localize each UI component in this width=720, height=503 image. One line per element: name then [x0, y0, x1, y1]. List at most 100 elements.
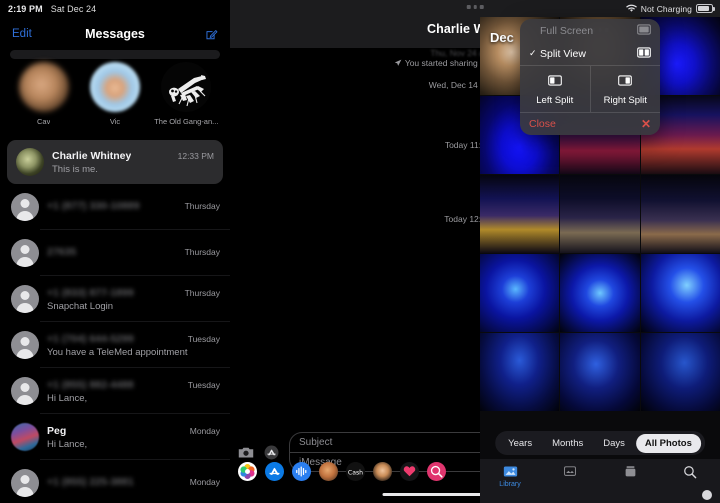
- conversation-name: 27635: [47, 246, 77, 258]
- location-arrow-icon: [394, 59, 402, 66]
- photo-blue-glow-2[interactable]: [560, 254, 640, 332]
- skeleton-avatar: [161, 62, 212, 112]
- conversation-name: +1 (855) 225-3881: [47, 476, 134, 488]
- conversation-name: Peg: [47, 424, 67, 437]
- photos-app-icon[interactable]: [238, 462, 257, 481]
- split-view-icon: [637, 45, 651, 63]
- generic-avatar: [11, 285, 39, 313]
- conversation-row-4[interactable]: +1 (704) 644-5299 Tuesday You have a Tel…: [0, 322, 230, 368]
- menu-label: Right Split: [603, 95, 647, 106]
- for-you-icon: [564, 466, 576, 476]
- generic-avatar: [11, 239, 39, 267]
- menu-item-split-view[interactable]: ✓ Split View: [520, 42, 660, 65]
- full-screen-icon: [637, 22, 651, 40]
- tab-search[interactable]: [665, 465, 715, 482]
- images-search-icon[interactable]: [427, 462, 446, 481]
- tab-library[interactable]: Library: [485, 465, 535, 488]
- status-date: Sat Dec 24: [50, 3, 97, 14]
- library-icon: [503, 466, 517, 477]
- conversation-preview: Hi Lance,: [47, 392, 88, 404]
- conversation-row-7[interactable]: +1 (855) 225-3881 Monday: [0, 460, 230, 503]
- pinned-label: The Old Gang-an...: [154, 117, 219, 126]
- pinned-contact-cav[interactable]: Cav: [11, 62, 77, 126]
- conversation-row-1[interactable]: +1 (877) 330-10889 Thursday: [0, 184, 230, 230]
- photo-blue-dark-3[interactable]: [640, 333, 720, 411]
- generic-avatar: [11, 331, 39, 359]
- pinned-label: Cav: [36, 117, 51, 126]
- photo-dancers-2[interactable]: [640, 175, 720, 253]
- photos-segmented-control: Years Months Days All Photos: [495, 431, 705, 455]
- conversation-time: Thursday: [184, 201, 220, 211]
- tab-label: Library: [499, 481, 521, 488]
- photo-blue-dark-2[interactable]: [560, 333, 640, 411]
- wifi-icon: [625, 4, 637, 12]
- photos-home-indicator[interactable]: [702, 490, 712, 500]
- conversation-time: 12:33 PM: [177, 150, 214, 161]
- status-time: 2:19 PM: [8, 3, 43, 14]
- apple-cash-icon[interactable]: Cash: [346, 462, 365, 481]
- search-input[interactable]: [10, 50, 220, 59]
- checkmark-icon: ✓: [529, 48, 537, 58]
- photo-dancers[interactable]: [560, 175, 640, 253]
- camera-icon[interactable]: [238, 446, 254, 459]
- generic-avatar: [11, 193, 39, 221]
- photos-month-header: Dec: [490, 30, 514, 45]
- segment-years[interactable]: Years: [499, 434, 541, 453]
- segment-days[interactable]: Days: [594, 434, 634, 453]
- avatar: [16, 148, 44, 176]
- conversation-name: +1 (877) 330-10889: [47, 200, 140, 212]
- digital-touch-icon[interactable]: [400, 462, 419, 481]
- segment-all-photos[interactable]: All Photos: [635, 433, 701, 453]
- conversation-row-charlie-whitney[interactable]: Charlie Whitney 12:33 PM This is me.: [7, 140, 223, 184]
- conversation-time: Monday: [189, 425, 220, 436]
- menu-item-left-split[interactable]: Left Split: [520, 66, 590, 112]
- memoji-sticker-icon[interactable]: [319, 462, 338, 481]
- generic-avatar: [11, 469, 39, 497]
- menu-item-close[interactable]: Close ✕: [520, 113, 660, 135]
- memoji-avatar-icon[interactable]: [373, 462, 392, 481]
- conversation-preview: You have a TeleMed appointment: [47, 346, 188, 358]
- app-store-icon[interactable]: [263, 444, 280, 461]
- menu-label: Left Split: [536, 95, 574, 106]
- conversation-preview: Hi Lance,: [47, 438, 88, 450]
- conversation-time: Thursday: [184, 247, 220, 257]
- pinned-contact-old-gang[interactable]: The Old Gang-an...: [153, 62, 219, 126]
- segment-months[interactable]: Months: [543, 434, 592, 453]
- app-store-app-icon[interactable]: [265, 462, 284, 481]
- messages-list-pane: Edit Messages Cav Vic The Old Gang-an...…: [0, 0, 230, 503]
- conversation-preview: This is me.: [52, 163, 98, 175]
- tab-albums[interactable]: [605, 465, 655, 481]
- photos-tab-bar: Library: [480, 459, 720, 503]
- audio-message-icon[interactable]: [292, 462, 311, 481]
- pinned-contact-vic[interactable]: Vic: [82, 62, 148, 126]
- compose-icon[interactable]: [205, 28, 218, 41]
- conversation-row-peg[interactable]: Peg Monday Hi Lance,: [0, 414, 230, 460]
- tab-for-you[interactable]: [545, 465, 595, 481]
- right-split-icon: [618, 73, 633, 91]
- menu-item-full-screen[interactable]: Full Screen: [520, 19, 660, 42]
- page-title: Messages: [85, 27, 145, 41]
- colorful-avatar: [11, 423, 39, 451]
- blurred-face-avatar-blue-ring: [89, 62, 140, 112]
- photo-blue-glow-1[interactable]: [480, 254, 560, 332]
- conversation-time: Thursday: [184, 287, 220, 298]
- menu-item-right-split[interactable]: Right Split: [591, 66, 661, 112]
- imessage-app-drawer: Cash: [238, 462, 446, 481]
- conversation-list: Charlie Whitney 12:33 PM This is me. +1 …: [0, 140, 230, 503]
- photo-blue-dark-1[interactable]: [480, 333, 560, 411]
- generic-avatar: [11, 377, 39, 405]
- conversation-row-2[interactable]: 27635 Thursday: [0, 230, 230, 276]
- svg-text:Cash: Cash: [348, 469, 363, 476]
- menu-label: Full Screen: [540, 24, 594, 37]
- multitasking-menu: Full Screen ✓ Split View Left Split Righ…: [520, 19, 660, 135]
- photo-stage-gold[interactable]: [480, 175, 560, 253]
- conversation-row-5[interactable]: +1 (855) 882-4488 Tuesday Hi Lance,: [0, 368, 230, 414]
- photo-blue-glow-3[interactable]: [640, 254, 720, 332]
- messages-nav-bar: Edit Messages: [0, 19, 230, 49]
- battery-icon: [696, 4, 715, 13]
- menu-label: Split View: [540, 47, 586, 60]
- conversation-preview: Snapchat Login: [47, 300, 114, 312]
- blurred-face-avatar: [18, 62, 69, 112]
- conversation-row-3[interactable]: +1 (833) 877-1899 Thursday Snapchat Logi…: [0, 276, 230, 322]
- pinned-conversations-row: Cav Vic The Old Gang-an...: [0, 62, 230, 138]
